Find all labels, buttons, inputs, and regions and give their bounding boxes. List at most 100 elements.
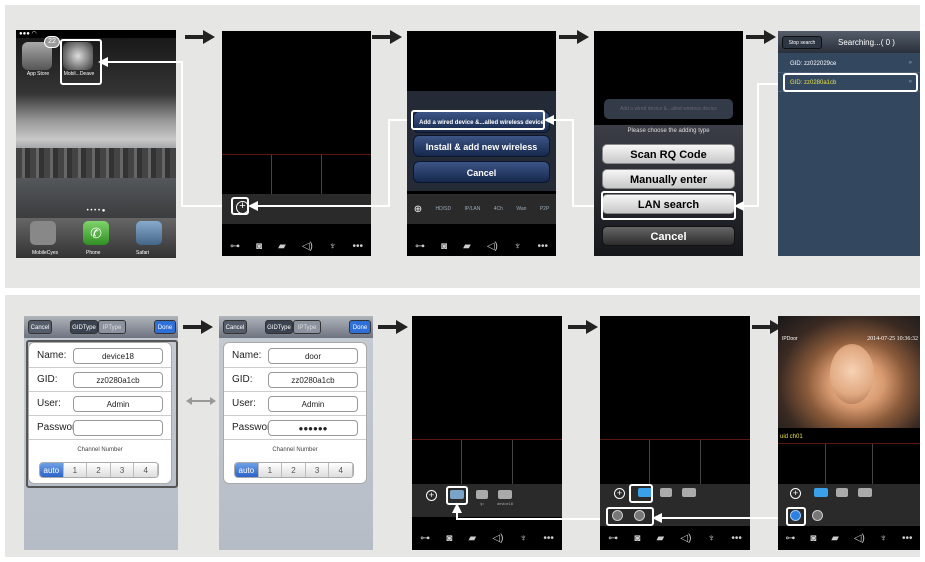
device-ip[interactable] bbox=[476, 490, 488, 499]
key-icon[interactable]: ⊶ bbox=[230, 241, 240, 252]
camera-icon[interactable]: ◙ bbox=[446, 533, 452, 544]
channel-selector: auto 1 2 3 4 bbox=[234, 462, 354, 478]
add-device-icon[interactable]: ⊕ bbox=[414, 204, 422, 215]
video-grid bbox=[778, 443, 920, 484]
tab-gidtype[interactable]: GIDType bbox=[265, 320, 293, 334]
speaker-icon[interactable]: ◁) bbox=[302, 241, 313, 252]
add-device-icon[interactable]: + bbox=[426, 490, 437, 501]
highlight-app-icon bbox=[60, 39, 102, 85]
more-icon[interactable]: ••• bbox=[731, 533, 742, 544]
install-wireless-option[interactable]: Install & add new wireless device bbox=[413, 135, 550, 174]
key-icon[interactable]: ⊶ bbox=[785, 533, 795, 544]
highlight-add-button bbox=[231, 197, 249, 215]
safari-icon[interactable] bbox=[136, 221, 163, 245]
video-grid bbox=[600, 439, 750, 484]
phone-icon[interactable]: ✆ bbox=[82, 221, 109, 245]
device-18[interactable] bbox=[858, 488, 872, 497]
cancel-button[interactable]: Cancel bbox=[223, 320, 247, 334]
camera-name: IPDoor bbox=[782, 336, 798, 342]
device-uid-selected[interactable] bbox=[814, 488, 828, 497]
dock-label-3: Safari bbox=[136, 250, 150, 256]
record-icon[interactable]: ▰ bbox=[469, 533, 477, 544]
app-store-label: App Store bbox=[26, 71, 50, 77]
camera-icon[interactable]: ◙ bbox=[441, 241, 447, 252]
arrowhead-left bbox=[98, 57, 108, 67]
arrowhead-left bbox=[734, 201, 744, 211]
dock-mobilecyes-icon[interactable] bbox=[29, 221, 56, 245]
highlight-wired-option bbox=[411, 110, 545, 130]
done-button[interactable]: Done bbox=[154, 320, 176, 334]
channel-1[interactable]: 1 bbox=[258, 463, 283, 477]
done-button[interactable]: Done bbox=[349, 320, 371, 334]
device-18[interactable] bbox=[682, 488, 696, 497]
channel-4[interactable]: 4 bbox=[329, 463, 353, 477]
tab-iptype[interactable]: IPType bbox=[293, 320, 321, 334]
camera-icon[interactable]: ◙ bbox=[810, 533, 816, 544]
key-icon[interactable]: ⊶ bbox=[415, 241, 425, 252]
channel-auto[interactable]: auto bbox=[235, 463, 259, 477]
speaker-icon[interactable]: ◁) bbox=[854, 533, 865, 544]
more-icon[interactable]: ••• bbox=[537, 241, 548, 252]
record-icon[interactable]: ▰ bbox=[831, 533, 839, 544]
faded-option: Add a wired device &...alled wireless de… bbox=[604, 99, 733, 119]
bottom-toolbar: ⊶ ◙ ▰ ◁) ♆ ••• bbox=[600, 528, 750, 548]
channel-caption: uid ch01 bbox=[780, 434, 803, 440]
stop-search-button[interactable]: Stop search bbox=[782, 36, 822, 49]
more-icon[interactable]: ••• bbox=[352, 241, 363, 252]
search-screen: Stop search Searching...( 0 ) GID: zz022… bbox=[778, 31, 920, 256]
tab-gidtype[interactable]: GIDType bbox=[70, 320, 98, 334]
device-ip[interactable] bbox=[836, 488, 848, 497]
record-icon[interactable]: ▰ bbox=[657, 533, 665, 544]
password-row: Password: ●●●●●● bbox=[224, 417, 366, 440]
form-navbar: Cancel GIDType IPType Done bbox=[219, 316, 373, 338]
highlight-lan-search bbox=[601, 191, 736, 220]
mic-icon[interactable]: ♆ bbox=[708, 533, 716, 544]
key-icon[interactable]: ⊶ bbox=[608, 533, 618, 544]
flow-arrow bbox=[568, 320, 598, 334]
cancel-button[interactable]: Cancel bbox=[28, 320, 52, 334]
password-field[interactable]: ●●●●●● bbox=[268, 420, 358, 436]
device-18-label: device18 bbox=[496, 501, 513, 506]
key-icon[interactable]: ⊶ bbox=[420, 533, 430, 544]
tab-iptype[interactable]: IPType bbox=[98, 320, 126, 334]
device-ip[interactable] bbox=[660, 488, 672, 497]
result-gid: GID: zz022029ce bbox=[790, 61, 837, 67]
device-18[interactable] bbox=[498, 490, 512, 499]
gid-field[interactable]: zz0280a1cb bbox=[268, 372, 358, 388]
speaker-icon[interactable]: ◁) bbox=[680, 533, 691, 544]
user-field[interactable]: Admin bbox=[268, 396, 358, 412]
name-field[interactable]: door bbox=[268, 348, 358, 364]
dock-label-2: Phone bbox=[86, 250, 101, 256]
arrowhead-left bbox=[248, 201, 258, 211]
more-icon[interactable]: ••• bbox=[902, 533, 913, 544]
channel-2[interactable]: 2 bbox=[282, 463, 306, 477]
arrowhead-up bbox=[452, 503, 462, 513]
add-device-icon[interactable]: + bbox=[614, 488, 625, 499]
record-icon[interactable]: ▰ bbox=[463, 241, 471, 252]
device-label: HD/SD bbox=[435, 206, 452, 212]
mic-icon[interactable]: ♆ bbox=[329, 241, 337, 252]
cancel-button[interactable]: Cancel bbox=[602, 226, 735, 246]
user-row: User: Admin bbox=[224, 393, 366, 416]
mic-icon[interactable]: ♆ bbox=[520, 533, 528, 544]
cancel-button[interactable]: Cancel bbox=[413, 161, 550, 183]
device-label: 4Ch bbox=[493, 206, 503, 212]
add-device-icon[interactable]: + bbox=[790, 488, 801, 499]
speaker-icon[interactable]: ◁) bbox=[492, 533, 503, 544]
record-icon[interactable]: ▰ bbox=[278, 241, 286, 252]
speaker-icon[interactable]: ◁) bbox=[487, 241, 498, 252]
scan-qr-button[interactable]: Scan RQ Code bbox=[602, 144, 735, 164]
device-label: IP/LAN bbox=[464, 206, 481, 212]
timestamp: 2014-07-25 10:36:32 bbox=[867, 336, 918, 342]
camera-icon[interactable]: ◙ bbox=[256, 241, 262, 252]
channel-3[interactable]: 3 bbox=[305, 463, 330, 477]
result-row[interactable]: GID: zz022029ce » bbox=[778, 57, 920, 73]
manual-enter-button[interactable]: Manually enter bbox=[602, 169, 735, 189]
double-arrow bbox=[186, 397, 216, 405]
bottom-toolbar: ⊶ ◙ ▰ ◁) ♆ ••• bbox=[412, 528, 562, 548]
channel-2-button[interactable] bbox=[812, 510, 823, 521]
mic-icon[interactable]: ♆ bbox=[880, 533, 888, 544]
more-icon[interactable]: ••• bbox=[543, 533, 554, 544]
mic-icon[interactable]: ♆ bbox=[514, 241, 522, 252]
camera-icon[interactable]: ◙ bbox=[634, 533, 640, 544]
